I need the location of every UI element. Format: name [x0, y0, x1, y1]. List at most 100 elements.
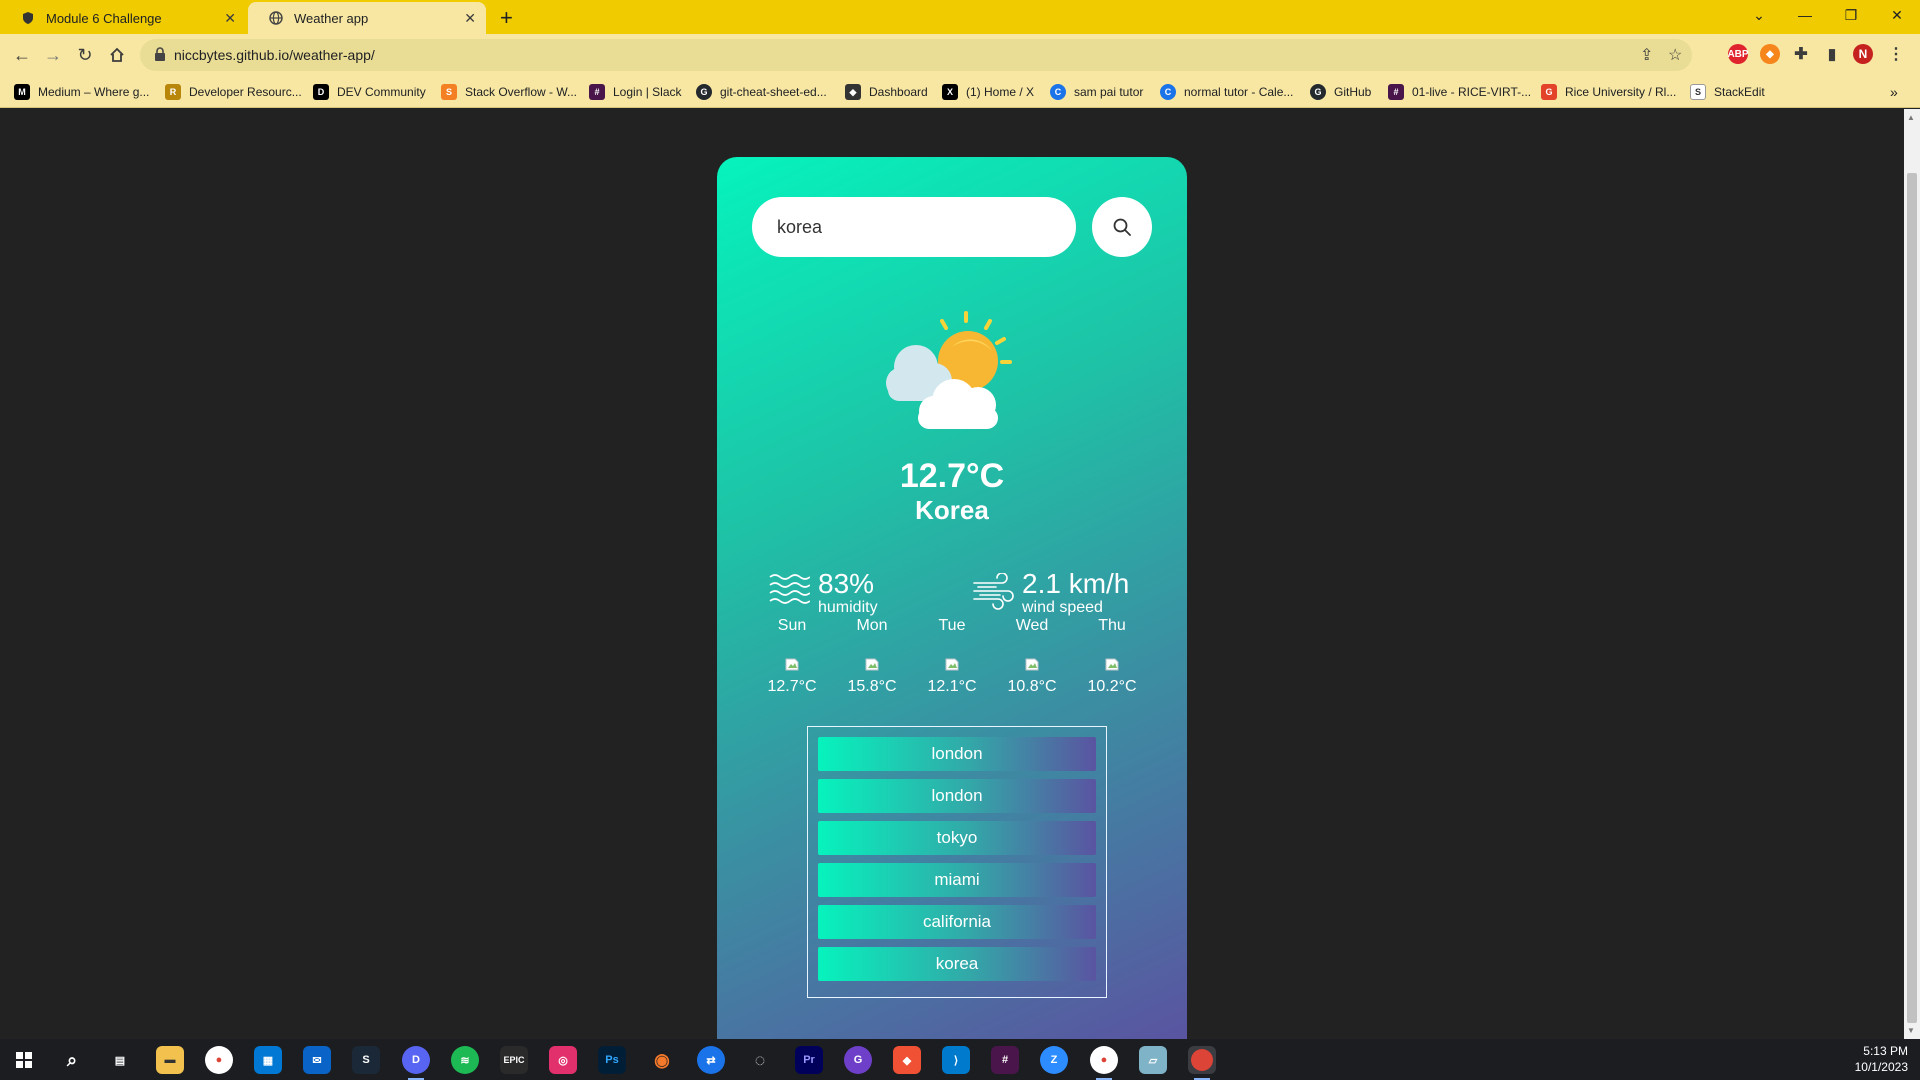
notes-app-icon[interactable]: ▱: [1139, 1046, 1167, 1074]
wind-speed-label: wind speed: [1022, 599, 1103, 616]
photoshop-icon[interactable]: Ps: [598, 1046, 626, 1074]
bookmark-normal-tutor[interactable]: Cnormal tutor - Cale...: [1160, 84, 1293, 100]
metamask-icon[interactable]: ◆: [1760, 44, 1780, 64]
steam-icon[interactable]: S: [352, 1046, 380, 1074]
broken-image-icon: [945, 658, 959, 671]
history-button-korea[interactable]: korea: [818, 947, 1096, 981]
adblock-icon[interactable]: ABP: [1727, 44, 1749, 64]
gitlab-icon: G: [1541, 84, 1557, 100]
chrome-profile-icon[interactable]: ●: [1090, 1046, 1118, 1080]
task-view-icon[interactable]: ▤: [106, 1046, 134, 1074]
profile-avatar[interactable]: N: [1853, 44, 1873, 64]
discord-icon[interactable]: D: [402, 1046, 430, 1080]
scrollbar-thumb[interactable]: [1907, 173, 1917, 1023]
forecast-day: Wed 10.8°C: [992, 617, 1072, 696]
tab-search-icon[interactable]: ⌄: [1736, 0, 1782, 30]
chrome-icon[interactable]: ●: [205, 1046, 233, 1074]
bookmark-stack-overflow[interactable]: S Stack Overflow - W...: [441, 84, 577, 100]
bookmark-x-home[interactable]: X (1) Home / X: [942, 84, 1034, 100]
minimize-button[interactable]: —: [1782, 0, 1828, 30]
address-bar[interactable]: niccbytes.github.io/weather-app/ ⇪ ☆: [140, 39, 1692, 71]
new-tab-button[interactable]: +: [500, 5, 513, 31]
bookmark-stackedit[interactable]: S StackEdit: [1690, 84, 1765, 100]
history-button-california[interactable]: california: [818, 905, 1096, 939]
reload-icon[interactable]: ↻: [72, 42, 98, 68]
obs-icon[interactable]: ◌: [746, 1046, 774, 1074]
more-bookmarks-icon[interactable]: »: [1890, 84, 1898, 100]
forward-arrow-icon[interactable]: →: [40, 42, 66, 68]
blender-icon[interactable]: ◉: [648, 1046, 676, 1074]
bookmark-rice-university[interactable]: G Rice University / Rl...: [1541, 84, 1676, 100]
stackedit-icon: S: [1690, 84, 1706, 100]
search-button[interactable]: [1092, 197, 1152, 257]
share-icon[interactable]: ⇪: [1640, 45, 1653, 65]
premiere-icon[interactable]: Pr: [795, 1046, 823, 1074]
page-scrollbar[interactable]: ▲ ▼: [1904, 109, 1920, 1039]
windows-start-icon[interactable]: [10, 1046, 38, 1074]
broken-image-icon: [1025, 658, 1039, 671]
restore-button[interactable]: ❐: [1828, 0, 1874, 30]
tab-module-6-challenge[interactable]: Module 6 Challenge ✕: [0, 2, 246, 34]
spotify-icon[interactable]: ≋: [451, 1046, 479, 1074]
stack-overflow-icon: S: [441, 84, 457, 100]
search-icon[interactable]: ⌕: [58, 1046, 86, 1074]
bookmark-dev-community[interactable]: D DEV Community: [313, 84, 426, 100]
wind-speed-value: 2.1 km/h: [1022, 568, 1130, 599]
bookmark-sam-pai-tutor[interactable]: Csam pai tutor: [1050, 84, 1143, 100]
slack-icon[interactable]: #: [991, 1046, 1019, 1074]
calendar-icon: C: [1160, 84, 1176, 100]
city-name: Korea: [915, 495, 989, 525]
history-button-miami[interactable]: miami: [818, 863, 1096, 897]
forecast-day: Sun 12.7°C: [752, 617, 832, 696]
store-icon[interactable]: ▦: [254, 1046, 282, 1074]
epic-games-icon[interactable]: EPIC: [500, 1046, 528, 1074]
broken-image-icon: [1105, 658, 1119, 671]
close-icon[interactable]: ✕: [224, 10, 236, 27]
mail-icon[interactable]: ✉: [303, 1046, 331, 1074]
bookmark-github[interactable]: G GitHub: [1310, 84, 1371, 100]
forecast-day: Thu 10.2°C: [1072, 617, 1152, 696]
dev-icon: D: [313, 84, 329, 100]
shield-icon: ◆: [845, 84, 861, 100]
close-window-button[interactable]: ✕: [1874, 0, 1920, 30]
bookmark-git-cheat-sheet[interactable]: Ggit-cheat-sheet-ed...: [696, 84, 827, 100]
home-icon[interactable]: [104, 42, 130, 68]
history-button-tokyo[interactable]: tokyo: [818, 821, 1096, 855]
git-kraken-icon[interactable]: ◆: [893, 1046, 921, 1074]
browser-toolbar: ← → ↻ niccbytes.github.io/weather-app/ ⇪…: [0, 34, 1920, 76]
bookmark-rice-virt[interactable]: #01-live - RICE-VIRT-...: [1388, 84, 1531, 100]
forecast-day: Tue 12.1°C: [912, 617, 992, 696]
history-button-london[interactable]: london: [818, 779, 1096, 813]
tab-weather-app[interactable]: Weather app ✕: [248, 2, 486, 34]
clock-time: 5:13 PM: [1863, 1044, 1908, 1058]
instagram-icon[interactable]: ◎: [549, 1046, 577, 1074]
close-icon[interactable]: ✕: [464, 10, 476, 27]
scroll-up-icon[interactable]: ▲: [1907, 113, 1915, 122]
partly-cloudy-icon: [886, 311, 1012, 429]
humidity-value: 83%: [818, 568, 875, 599]
bookmark-star-icon[interactable]: ☆: [1668, 45, 1682, 65]
bookmark-medium[interactable]: M Medium – Where g...: [14, 84, 149, 100]
sync-app-icon[interactable]: ⇄: [697, 1046, 725, 1074]
system-clock[interactable]: 5:13 PM 10/1/2023: [1855, 1043, 1908, 1075]
bookmark-slack[interactable]: # Login | Slack: [589, 84, 682, 100]
wind-icon: [973, 573, 1014, 610]
github-desktop-icon[interactable]: G: [844, 1046, 872, 1074]
vscode-icon[interactable]: ⟩: [942, 1046, 970, 1074]
city-search-input[interactable]: [752, 197, 1076, 257]
extensions-puzzle-icon[interactable]: ✚: [1791, 44, 1811, 64]
developer-resources-icon: R: [165, 84, 181, 100]
file-explorer-icon[interactable]: ▬: [156, 1046, 184, 1074]
history-button-london[interactable]: london: [818, 737, 1096, 771]
chrome-active-icon[interactable]: [1188, 1046, 1216, 1080]
side-panel-icon[interactable]: ▮: [1822, 44, 1842, 64]
zoom-icon[interactable]: Z: [1040, 1046, 1068, 1074]
bookmark-dashboard[interactable]: ◆ Dashboard: [845, 84, 928, 100]
calendar-icon: C: [1050, 84, 1066, 100]
bookmark-developer-resources[interactable]: R Developer Resourc...: [165, 84, 302, 100]
scroll-down-icon[interactable]: ▼: [1907, 1026, 1915, 1035]
wind-block: 2.1 km/h wind speed: [972, 569, 1129, 617]
broken-image-icon: [785, 658, 799, 671]
menu-icon[interactable]: ⋮: [1886, 44, 1906, 64]
back-arrow-icon[interactable]: ←: [9, 42, 35, 68]
